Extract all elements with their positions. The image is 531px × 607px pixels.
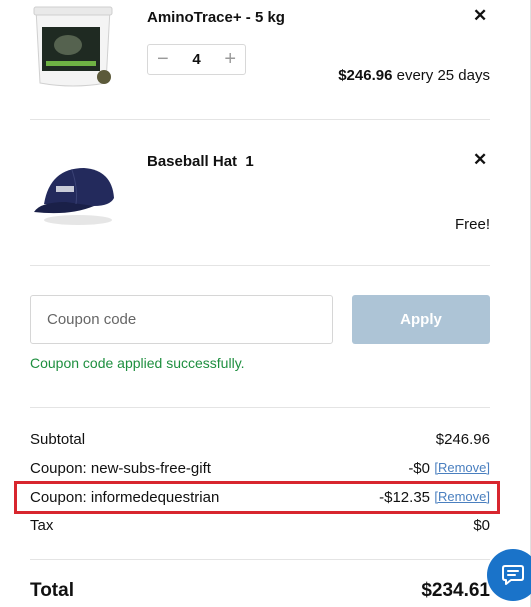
item-price: Free! <box>454 216 490 233</box>
remove-item-icon[interactable]: ✕ <box>473 7 487 24</box>
tax-label: Tax <box>30 517 54 534</box>
chat-icon <box>502 565 524 585</box>
divider <box>30 407 490 408</box>
coupon-code-input[interactable] <box>30 295 333 344</box>
coupon-row: Coupon: informedequestrian -$12.35 [Remo… <box>30 489 490 509</box>
increase-quantity-button[interactable]: + <box>224 48 236 70</box>
subtotal-label: Subtotal <box>30 431 86 448</box>
coupon-label: Coupon: informedequestrian <box>30 489 220 506</box>
chat-button[interactable] <box>487 549 531 601</box>
remove-coupon-link[interactable]: [Remove] <box>434 489 490 504</box>
price-value: $246.96 <box>338 67 393 84</box>
total-label: Total <box>30 580 74 601</box>
divider <box>30 119 490 120</box>
remove-coupon-link[interactable]: [Remove] <box>434 460 490 475</box>
item-quantity: 1 <box>245 153 254 170</box>
item-name: Baseball Hat 1 <box>147 153 254 170</box>
coupon-discount-value: -$12.35 <box>379 489 430 506</box>
quantity-stepper[interactable]: − 4 + <box>147 44 246 75</box>
coupon-row: Coupon: new-subs-free-gift -$0 [Remove] <box>30 460 490 480</box>
coupon-discount-value: -$0 <box>408 460 430 477</box>
total-value: $234.61 <box>421 580 490 601</box>
supplement-bucket-image <box>33 6 113 87</box>
coupon-label: Coupon: new-subs-free-gift <box>30 460 211 477</box>
subtotal-value: $246.96 <box>435 431 490 448</box>
divider <box>30 265 490 266</box>
subtotal-row: Subtotal $246.96 <box>30 431 490 451</box>
total-row: Total $234.61 <box>30 580 490 602</box>
baseball-hat-image <box>34 168 114 225</box>
divider <box>30 559 490 560</box>
tax-row: Tax $0 <box>30 517 490 537</box>
remove-item-icon[interactable]: ✕ <box>473 151 487 168</box>
subscription-frequency: every 25 days <box>396 67 490 84</box>
item-name: AminoTrace+ - 5 kg <box>147 9 285 26</box>
tax-value: $0 <box>473 517 490 534</box>
coupon-success-message: Coupon code applied successfully. <box>30 355 245 371</box>
apply-coupon-button[interactable]: Apply <box>352 295 490 344</box>
item-price: $246.96 every 25 days <box>338 67 490 84</box>
